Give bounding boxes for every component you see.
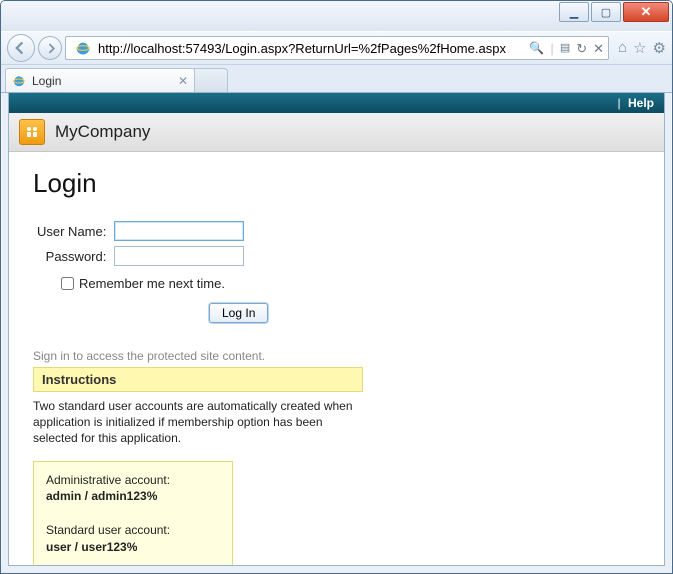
login-button[interactable]: Log In [209,303,268,323]
home-icon[interactable]: ⌂ [618,39,627,57]
tab-title: Login [32,74,61,88]
navigation-bar: 🔎 | ▤ ↻ ✕ ⌂ ☆ ⚙ [1,31,672,65]
divider: | [550,42,553,55]
search-icon[interactable]: 🔎 [529,42,544,54]
tab-strip: Login ✕ [1,65,672,93]
url-input[interactable] [96,40,527,57]
button-row: Log In [209,303,640,323]
username-label: User Name: [37,224,106,239]
admin-account-credentials: admin / admin123% [46,488,220,505]
page-viewport: | Help MyCompany Login User Name: Passwo… [8,93,665,566]
maximize-icon: ▢ [601,6,611,19]
browser-window: ▁ ▢ ✕ 🔎 | ▤ ↻ ✕ ⌂ ☆ ⚙ [0,0,673,574]
back-button[interactable] [7,34,35,62]
toolbar-right-icons: ⌂ ☆ ⚙ [618,39,666,57]
page-content: Login User Name: Password: Remember me n… [9,152,664,566]
window-titlebar: ▁ ▢ ✕ [1,1,672,31]
password-input[interactable] [114,246,244,266]
new-tab-button[interactable] [194,68,228,92]
remember-row: Remember me next time. [57,274,640,293]
arrow-left-icon [14,41,28,55]
stop-icon[interactable]: ✕ [593,42,604,55]
username-input[interactable] [114,221,244,241]
ie-favicon-icon [75,40,91,56]
brand-header: MyCompany [9,113,664,152]
close-button[interactable]: ✕ [623,2,669,22]
admin-account-label: Administrative account: [46,472,220,489]
close-icon: ✕ [641,4,652,20]
instructions-heading: Instructions [33,367,363,392]
favorites-icon[interactable]: ☆ [633,39,646,57]
login-form: User Name: Password: [33,217,248,270]
password-label: Password: [46,249,107,264]
tab-close-icon[interactable]: ✕ [178,74,188,88]
window-buttons: ▁ ▢ ✕ [559,2,669,22]
refresh-icon[interactable]: ↻ [576,42,587,55]
company-logo-icon [19,119,45,145]
compat-view-icon[interactable]: ▤ [560,43,570,54]
address-bar-icons: 🔎 | ▤ ↻ ✕ [529,42,604,55]
tab-login[interactable]: Login ✕ [5,68,195,92]
page-title: Login [33,168,640,199]
tools-gear-icon[interactable]: ⚙ [653,39,666,57]
user-account-label: Standard user account: [46,522,220,539]
minimize-icon: ▁ [570,6,578,19]
arrow-right-icon [45,43,56,54]
instructions-body: Two standard user accounts are automatic… [33,392,363,447]
address-bar[interactable]: 🔎 | ▤ ↻ ✕ [65,36,609,60]
minimize-button[interactable]: ▁ [559,2,589,22]
maximize-button[interactable]: ▢ [591,2,621,22]
divider: | [618,96,621,110]
company-name: MyCompany [55,122,150,142]
window-bottom-border [1,566,672,573]
forward-button[interactable] [38,36,62,60]
tab-favicon-icon [12,74,26,88]
accounts-box: Administrative account: admin / admin123… [33,461,233,566]
signin-hint: Sign in to access the protected site con… [33,349,640,363]
user-account-credentials: user / user123% [46,539,220,556]
help-bar: | Help [9,93,664,113]
remember-checkbox[interactable] [61,277,74,290]
help-link[interactable]: Help [628,96,654,110]
remember-label: Remember me next time. [79,276,225,291]
